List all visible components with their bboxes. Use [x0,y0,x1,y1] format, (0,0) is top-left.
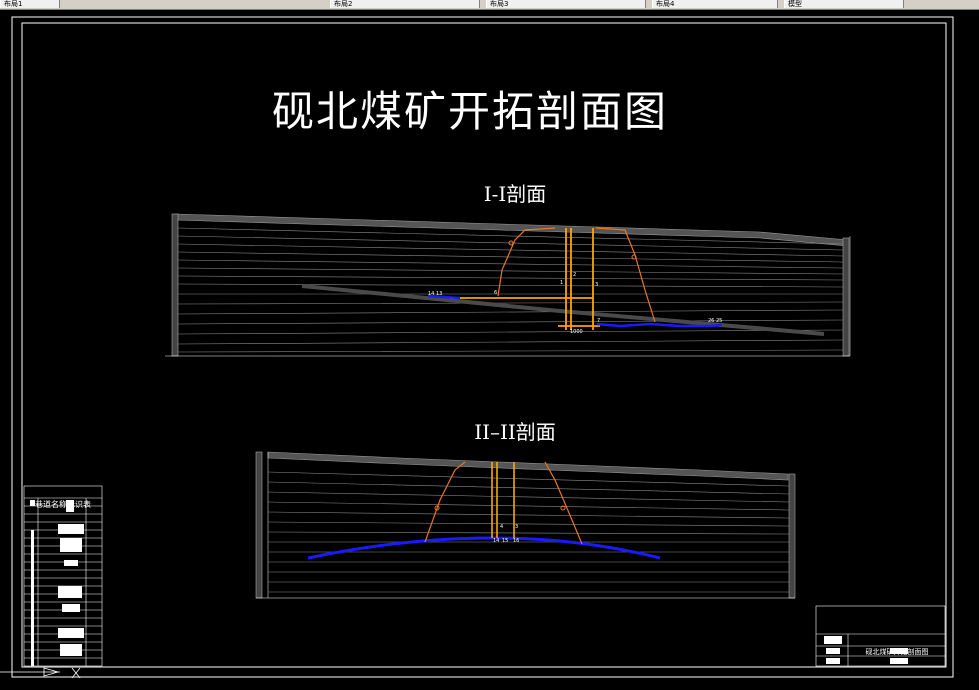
section-1-profile: 14 13 6 2 1 3 7 26 25 1000 [165,213,851,357]
legend-title: 巷道名称标识表 [35,500,91,509]
layout-tab-bar: 布局1 布局2 布局3 布局4 模型 [0,0,979,10]
svg-text:14: 14 [493,538,499,544]
section-1-title: I-I剖面 [483,182,547,206]
svg-text:4: 4 [500,524,503,530]
titleblock-title: 砚北煤矿开拓剖面图 [865,648,929,656]
svg-text:16: 16 [513,538,519,544]
svg-text:3: 3 [515,524,518,530]
svg-text:3: 3 [595,282,598,288]
svg-text:1000: 1000 [570,329,583,335]
tab-layout-4[interactable]: 布局4 [652,0,778,8]
legend-table [23,485,103,667]
tab-model[interactable]: 模型 [784,0,904,8]
tab-layout-2[interactable]: 布局2 [330,0,480,8]
svg-text:2: 2 [573,272,576,278]
svg-text:7: 7 [597,318,600,324]
svg-text:1: 1 [560,280,563,286]
section-2-title: II–II剖面 [474,420,556,444]
drawing-canvas[interactable]: 14 13 6 2 1 3 7 26 25 1000 14 15 16 4 3 … [0,10,979,690]
section-2-profile: 14 15 16 4 3 [255,451,796,599]
svg-text:14 13: 14 13 [428,291,442,297]
svg-text:15: 15 [502,538,508,544]
tab-layout-1[interactable]: 布局1 [0,0,60,8]
tab-layout-3[interactable]: 布局3 [486,0,646,8]
drawing-title: 砚北煤矿开拓剖面图 [271,87,668,136]
svg-text:6: 6 [494,290,497,296]
svg-text:26 25: 26 25 [708,318,722,324]
